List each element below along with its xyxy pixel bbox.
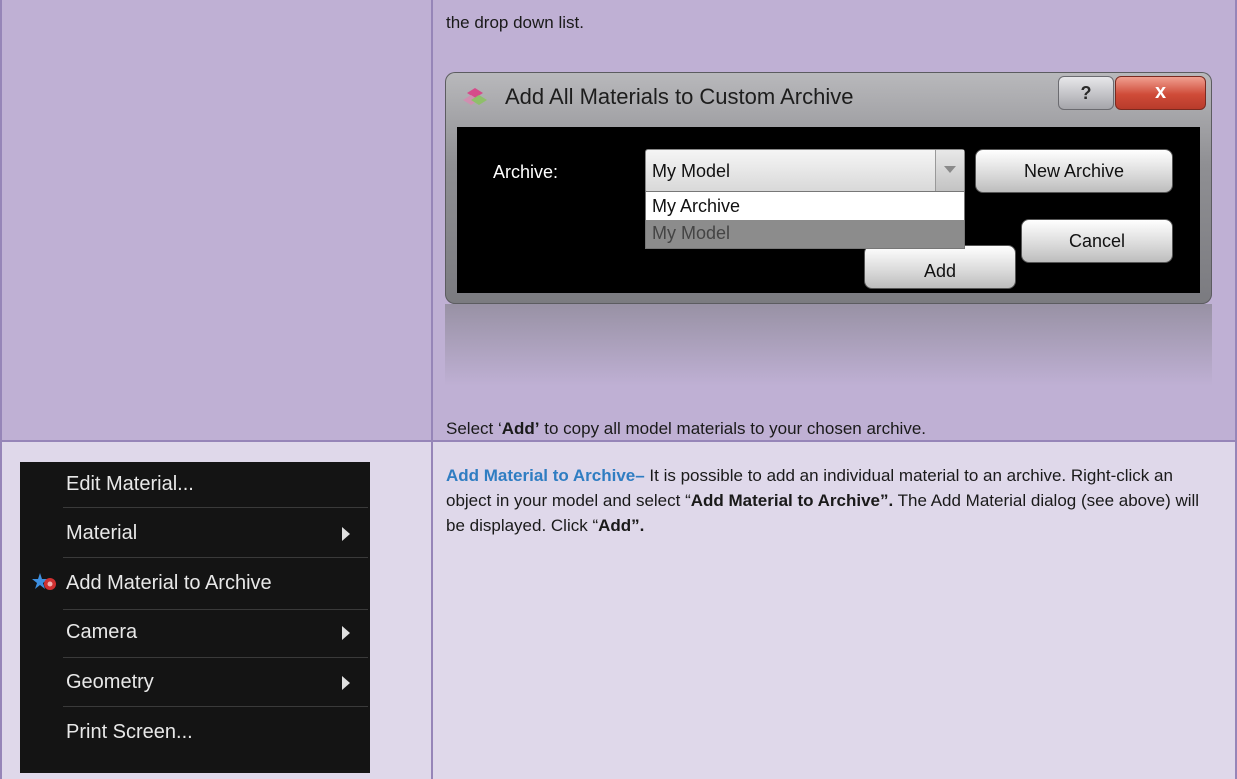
menu-separator (63, 706, 368, 707)
submenu-arrow-icon (342, 626, 350, 640)
dialog-body: Archive: Add Cancel New Archive My Model… (457, 127, 1200, 293)
context-menu: Edit Material... Material Add Material t… (20, 462, 370, 773)
archive-select[interactable]: My Model (645, 149, 965, 193)
menu-item-edit-material[interactable]: Edit Material... (20, 464, 370, 506)
help-button[interactable]: ? (1058, 76, 1114, 110)
menu-item-label: Material (66, 522, 138, 544)
close-button[interactable]: x (1115, 76, 1206, 110)
table-border-middle (431, 0, 433, 779)
archive-dropdown-list: My Archive My Model (645, 191, 965, 249)
menu-separator (63, 657, 368, 658)
top-text: the drop down list. (446, 13, 584, 32)
menu-item-add-material-to-archive[interactable]: Add Material to Archive (20, 563, 370, 605)
menu-item-camera[interactable]: Camera (20, 612, 370, 654)
dialog-reflection (445, 304, 1212, 386)
submenu-arrow-icon (342, 676, 350, 690)
select-add-pre: Select ‘ (446, 419, 502, 438)
menu-separator (63, 557, 368, 558)
menu-item-label: Geometry (66, 671, 154, 693)
menu-item-label: Camera (66, 621, 138, 643)
new-archive-button[interactable]: New Archive (975, 149, 1173, 193)
table-border-left (0, 0, 2, 779)
dialog-title: Add All Materials to Custom Archive (505, 84, 854, 109)
add-button[interactable]: Add (864, 245, 1016, 289)
description-bold: Add Material to Archive”. (690, 491, 894, 510)
select-add-text: Select ‘Add’ to copy all model materials… (446, 416, 926, 442)
add-materials-dialog: Add All Materials to Custom Archive ? x … (445, 72, 1212, 304)
option-label: My Model (652, 223, 731, 243)
description-heading: Add Material to Archive– (446, 466, 645, 485)
submenu-arrow-icon (342, 527, 350, 541)
archive-select-value: My Model (652, 161, 731, 181)
menu-item-label: Edit Material... (66, 473, 194, 495)
cancel-button[interactable]: Cancel (1021, 219, 1173, 263)
description-text: Add Material to Archive– It is possible … (446, 463, 1216, 538)
select-add-bold: Add’ (501, 419, 540, 438)
menu-item-label: Print Screen... (66, 721, 193, 743)
option-label: My Archive (652, 196, 741, 216)
select-add-post: to copy all model materials to your chos… (539, 419, 926, 438)
menu-item-geometry[interactable]: Geometry (20, 662, 370, 704)
add-to-archive-icon (32, 573, 56, 590)
chevron-down-icon[interactable] (935, 150, 964, 192)
archive-label: Archive: (493, 162, 559, 182)
menu-separator (63, 507, 368, 508)
materials-icon (463, 88, 487, 105)
archive-option-my-archive[interactable]: My Archive (646, 192, 964, 220)
menu-item-material[interactable]: Material (20, 513, 370, 555)
menu-separator (63, 609, 368, 610)
menu-item-label: Add Material to Archive (66, 572, 272, 594)
menu-item-print-screen[interactable]: Print Screen... (20, 712, 370, 754)
description-bold: Add”. (598, 516, 645, 535)
archive-option-my-model[interactable]: My Model (646, 220, 964, 248)
